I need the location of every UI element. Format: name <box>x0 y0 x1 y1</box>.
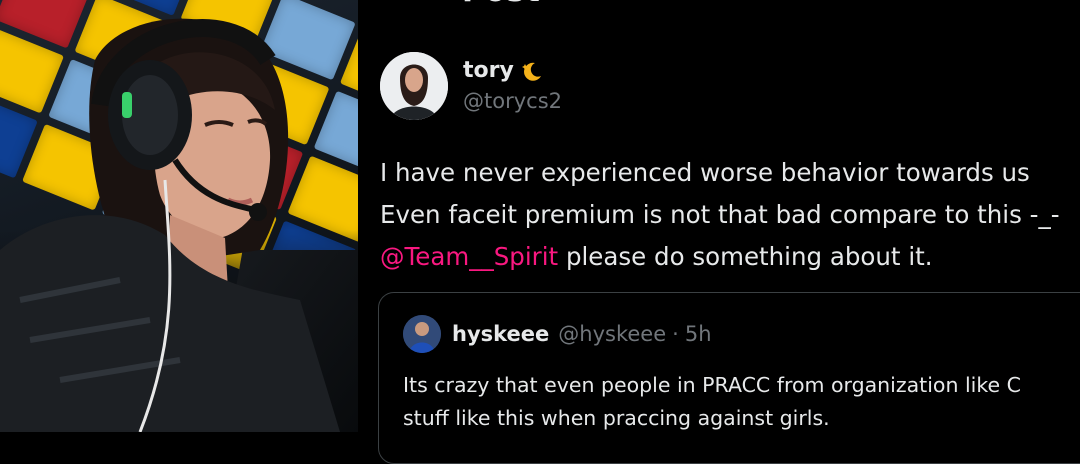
tweet-line-2: Even faceit premium is not that bad comp… <box>380 200 1060 229</box>
tweet-line-1: I have never experienced worse behavior … <box>380 158 1030 187</box>
page-header-fragment: Post <box>462 0 541 9</box>
quote-author-handle[interactable]: @hyskeee <box>558 322 666 346</box>
tweet-panel: Post tory @torycs2 I have never experien… <box>362 0 1080 464</box>
quote-timestamp[interactable]: 5h <box>685 322 712 346</box>
tweet-author[interactable]: tory @torycs2 <box>380 52 562 120</box>
mention-link[interactable]: @Team__Spirit <box>380 242 558 271</box>
crescent-moon-stars-icon <box>521 62 541 81</box>
person-illustration <box>0 18 340 432</box>
player-photo <box>0 0 358 432</box>
quoted-tweet[interactable]: hyskeee @hyskeee · 5h Its crazy that eve… <box>378 292 1080 464</box>
author-avatar[interactable] <box>380 52 448 120</box>
tweet-line-3: @Team__Spirit please do something about … <box>380 236 1080 278</box>
separator-dot: · <box>672 322 679 346</box>
quote-line-2: stuff like this when praccing against gi… <box>403 406 830 430</box>
mention-suffix: please do something about it. <box>558 242 933 271</box>
quote-line-1: Its crazy that even people in PRACC from… <box>403 373 1021 397</box>
quote-author-name[interactable]: hyskeee <box>452 322 549 346</box>
quote-author-avatar[interactable] <box>403 315 441 353</box>
author-display-name[interactable]: tory <box>463 58 514 83</box>
author-handle[interactable]: @torycs2 <box>463 89 562 113</box>
tweet-text: I have never experienced worse behavior … <box>380 152 1080 278</box>
quote-text: Its crazy that even people in PRACC from… <box>403 369 1021 435</box>
